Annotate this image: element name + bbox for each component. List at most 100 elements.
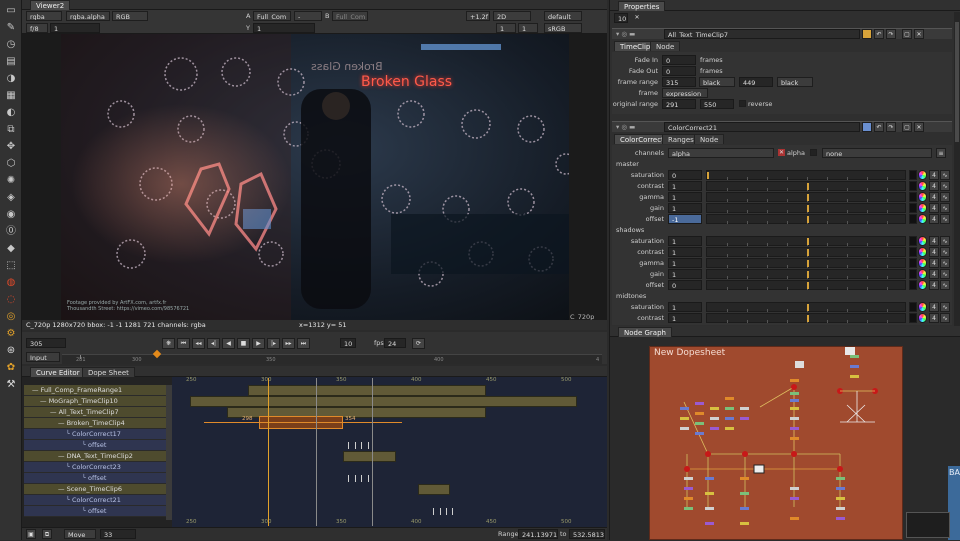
next-keyframe-icon[interactable]: ▸▸ xyxy=(282,338,295,349)
prev-keyframe-icon[interactable]: ◂◂ xyxy=(192,338,205,349)
node-header-icons-2[interactable]: ▾ ◎ ▬ xyxy=(616,122,635,132)
node-header-icons[interactable]: ▾ ◎ ▬ xyxy=(616,29,635,39)
time-icon[interactable]: ◷ xyxy=(3,38,19,52)
skip-start-icon[interactable]: ❋ xyxy=(162,338,175,349)
track-label[interactable]: ╰ offset xyxy=(24,473,166,484)
toolsets-icon[interactable]: ◆ xyxy=(3,242,19,256)
frame-range-end-field[interactable]: 449 xyxy=(739,77,773,87)
knob-slider[interactable] xyxy=(706,192,906,202)
animation-menu-icon[interactable]: ∿ xyxy=(940,247,950,257)
track-label[interactable]: ╰ ColorCorrect21 xyxy=(24,495,166,506)
knob-value-field[interactable]: 0 xyxy=(668,280,702,290)
second-channel-dropdown[interactable]: none xyxy=(822,148,932,158)
original-start-field[interactable]: 291 xyxy=(662,99,696,109)
section-master[interactable]: master xyxy=(616,159,639,169)
compare-dropdown[interactable]: - xyxy=(294,11,322,21)
view-mode-dropdown[interactable]: 2D xyxy=(493,11,531,21)
merge-icon[interactable]: ⧉ xyxy=(3,123,19,137)
mocha-icon[interactable]: ⊛ xyxy=(3,344,19,358)
channel-count-button[interactable]: 4 xyxy=(929,170,939,180)
knob-value-field[interactable]: 1 xyxy=(668,236,702,246)
prev-increment-icon[interactable]: ◂| xyxy=(207,338,220,349)
node-graph-minimap[interactable] xyxy=(906,512,950,538)
animation-menu-icon[interactable]: ∿ xyxy=(940,181,950,191)
color-swatch-icon[interactable] xyxy=(909,313,917,323)
next-frame-icon[interactable]: |▸ xyxy=(267,338,280,349)
float-icon-2[interactable]: ▢ xyxy=(902,122,912,132)
other-icon[interactable]: ⬚ xyxy=(3,259,19,273)
keyframe-mark[interactable] xyxy=(355,475,356,482)
input-a-dropdown[interactable]: Full_Com xyxy=(253,11,291,21)
max-panels-field[interactable]: 10 xyxy=(614,13,628,23)
none-checkbox[interactable] xyxy=(810,149,817,156)
layer-dropdown[interactable]: rgba xyxy=(26,11,62,21)
fps-field[interactable]: 24 xyxy=(384,338,406,348)
color-wheel-icon[interactable] xyxy=(918,170,927,180)
knob-value-field[interactable]: 1 xyxy=(668,247,702,257)
fade-out-field[interactable]: 0 xyxy=(662,66,696,76)
animation-menu-icon[interactable]: ∿ xyxy=(940,269,950,279)
knob-slider[interactable] xyxy=(706,302,906,312)
channel-count-button[interactable]: 4 xyxy=(929,258,939,268)
tab-properties[interactable]: Properties xyxy=(618,1,666,11)
keyframe-mark[interactable] xyxy=(452,508,453,515)
channel-count-button[interactable]: 4 xyxy=(929,280,939,290)
sync-icon[interactable]: ⧉ xyxy=(42,529,52,539)
clip-bar[interactable] xyxy=(248,385,486,396)
close-icon-2[interactable]: ✕ xyxy=(914,122,924,132)
color-icon[interactable]: ◑ xyxy=(3,72,19,86)
views-icon[interactable]: ◉ xyxy=(3,208,19,222)
track-label[interactable]: — DNA_Text_TimeClip2 xyxy=(24,451,166,462)
color-wheel-icon[interactable] xyxy=(918,181,927,191)
knob-slider[interactable] xyxy=(706,247,906,257)
color-swatch-icon-2[interactable] xyxy=(862,122,872,132)
tab-node[interactable]: Node xyxy=(650,41,681,51)
knob-value-field[interactable]: 1 xyxy=(668,313,702,323)
track-label[interactable]: — Broken_TimeClip4 xyxy=(24,418,166,429)
gain-field[interactable]: 1 xyxy=(50,23,100,33)
tab-dope-sheet[interactable]: Dope Sheet xyxy=(82,367,135,377)
play-icon[interactable]: ▶ xyxy=(252,338,265,349)
color-swatch-icon[interactable] xyxy=(909,192,917,202)
color-wheel-icon[interactable] xyxy=(918,313,927,323)
channel-count-button[interactable]: 4 xyxy=(929,247,939,257)
animation-menu-icon[interactable]: ∿ xyxy=(940,258,950,268)
channel-count-button[interactable]: 4 xyxy=(929,214,939,224)
keyframe-mark[interactable] xyxy=(361,475,362,482)
original-end-field[interactable]: 550 xyxy=(700,99,734,109)
draw-icon[interactable]: ✎ xyxy=(3,21,19,35)
color-swatch-icon[interactable] xyxy=(862,29,872,39)
move-value-field[interactable]: 33 xyxy=(100,529,136,539)
undo-icon[interactable]: ↶ xyxy=(874,29,884,39)
furnace-icon[interactable]: ◍ xyxy=(3,276,19,290)
clear-panels-icon[interactable]: ✕ xyxy=(632,13,642,23)
tab-node-2[interactable]: Node xyxy=(694,134,725,144)
after-dropdown[interactable]: black xyxy=(777,77,813,87)
input-b-dropdown[interactable]: Full_Com xyxy=(332,11,368,21)
proxy-dropdown[interactable]: 1 xyxy=(518,23,538,33)
ofx-icon[interactable]: ◌ xyxy=(3,293,19,307)
keyframe-mark[interactable] xyxy=(361,442,362,449)
metadata-icon[interactable]: ⓪ xyxy=(3,225,19,239)
clip-bar[interactable] xyxy=(343,451,396,462)
range-start-field[interactable]: 241.13971 xyxy=(518,529,558,539)
playback-mode-dropdown[interactable]: Input xyxy=(26,352,60,362)
channel-icon[interactable]: ▤ xyxy=(3,55,19,69)
colorcorrect-node-name-field[interactable]: ColorCorrect21 xyxy=(664,122,860,132)
channel-count-button[interactable]: 4 xyxy=(929,313,939,323)
tab-viewer[interactable]: Viewer2 xyxy=(30,0,71,10)
channel-count-button[interactable]: 4 xyxy=(929,203,939,213)
channel-count-button[interactable]: 4 xyxy=(929,302,939,312)
color-wheel-icon[interactable] xyxy=(918,214,927,224)
clip-bar[interactable] xyxy=(418,484,450,495)
knob-value-field[interactable]: 1 xyxy=(668,269,702,279)
frame-range-start-field[interactable]: 315 xyxy=(662,77,696,87)
lock-icon[interactable]: ▣ xyxy=(26,529,36,539)
last-frame-icon[interactable]: ⏭ xyxy=(297,338,310,349)
float-icon[interactable]: ▢ xyxy=(902,29,912,39)
channel-dropdown[interactable]: rgba.alpha xyxy=(66,11,110,21)
gain-dropdown[interactable]: +1.2f xyxy=(466,11,490,21)
3d-icon[interactable]: ⬡ xyxy=(3,157,19,171)
channel-count-button[interactable]: 4 xyxy=(929,192,939,202)
keyframe-mark[interactable] xyxy=(348,475,349,482)
